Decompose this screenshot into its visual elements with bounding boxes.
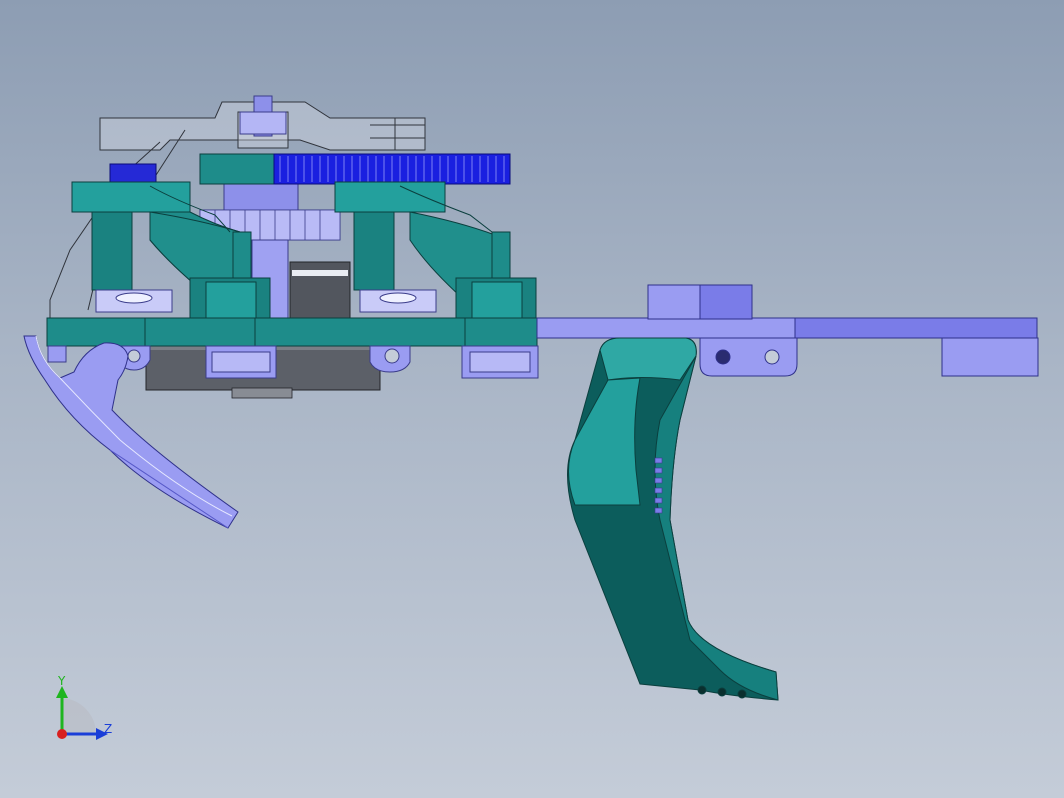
- triad-plane: [62, 698, 97, 734]
- origin-dot: [57, 729, 67, 739]
- left-gear-cap: [109, 163, 157, 185]
- main-gear: [199, 153, 511, 185]
- orientation-triad[interactable]: Y Z: [40, 674, 130, 746]
- cad-viewport[interactable]: Y Z: [0, 0, 1064, 798]
- y-axis-label: Y: [58, 674, 66, 688]
- hook-lever[interactable]: [567, 337, 779, 701]
- base-plate: [46, 317, 538, 347]
- assembly-model[interactable]: [0, 0, 1064, 798]
- triad-axes: [56, 686, 108, 740]
- z-axis-label: Z: [104, 722, 113, 736]
